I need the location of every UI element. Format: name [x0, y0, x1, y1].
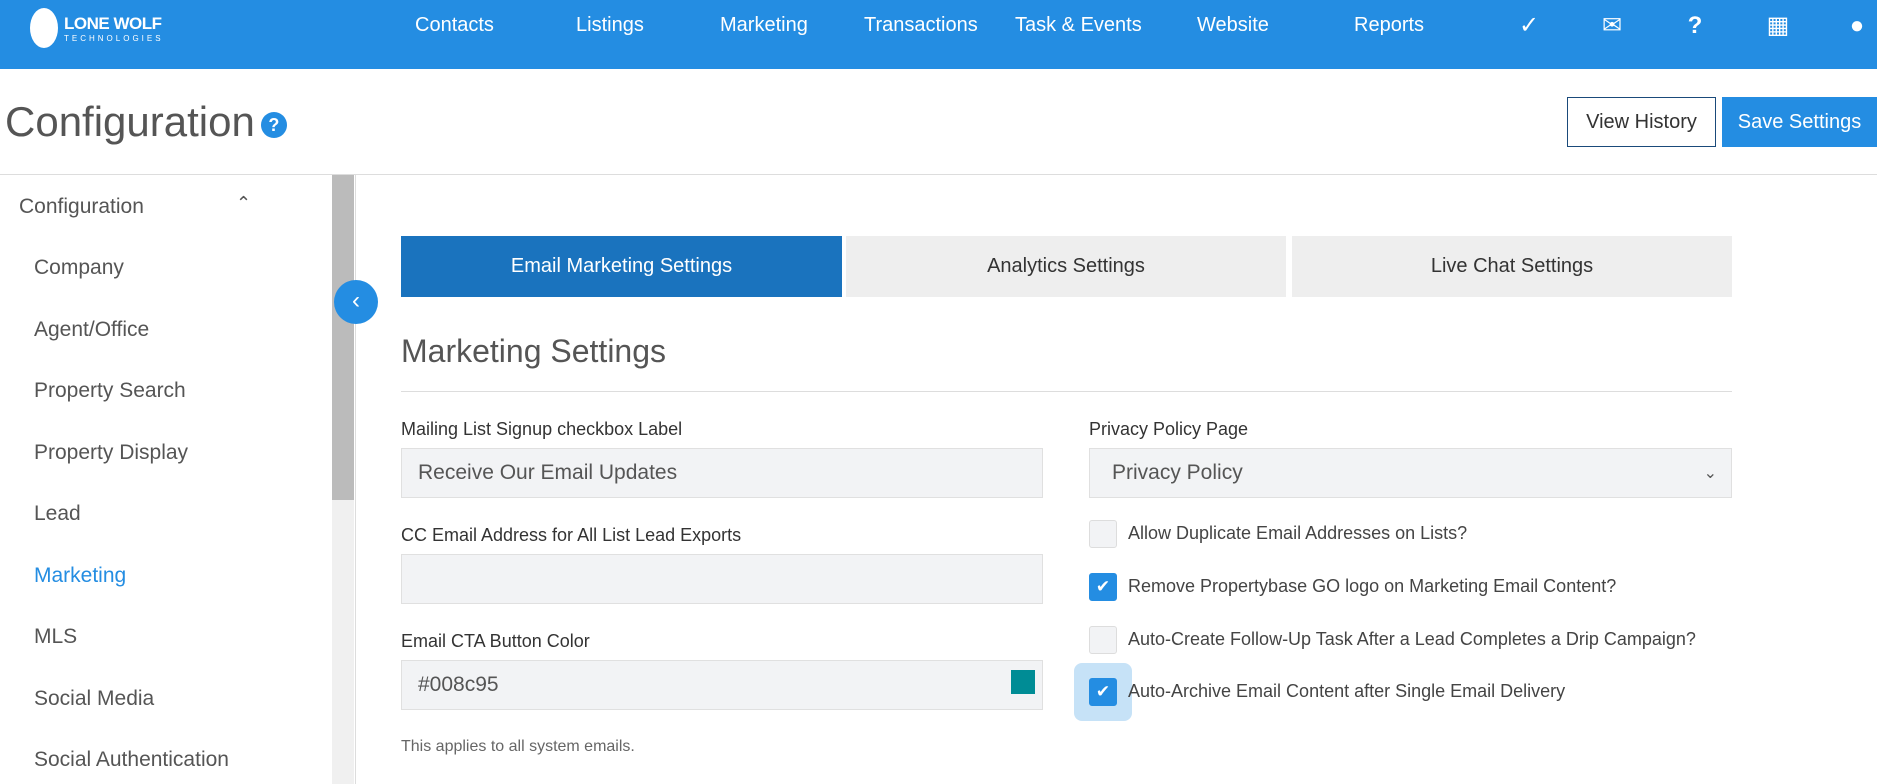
wolf-logo-icon [30, 8, 58, 48]
nav-contacts[interactable]: Contacts [415, 14, 494, 37]
remove-logo-checkbox[interactable]: ✔ [1089, 573, 1117, 601]
tab-analytics-settings[interactable]: Analytics Settings [846, 236, 1286, 297]
envelope-icon[interactable]: ✉ [1598, 12, 1626, 40]
view-history-button[interactable]: View History [1567, 97, 1716, 147]
remove-logo-label: Remove Propertybase GO logo on Marketing… [1128, 576, 1617, 596]
signup-label-input[interactable]: Receive Our Email Updates [401, 448, 1043, 498]
page-title: Configuration? [5, 98, 287, 146]
help-icon[interactable]: ? [260, 111, 287, 138]
nav-website[interactable]: Website [1197, 14, 1269, 37]
auto-create-task-checkbox[interactable] [1089, 626, 1117, 654]
sidebar-item-mls[interactable]: MLS [34, 625, 77, 649]
section-heading: Marketing Settings [401, 333, 667, 369]
sidebar-item-social-authentication[interactable]: Social Authentication [34, 748, 229, 772]
signup-label: Mailing List Signup checkbox Label [401, 419, 683, 439]
tab-email-marketing-settings[interactable]: Email Marketing Settings [401, 236, 842, 297]
cta-color-label: Email CTA Button Color [401, 631, 590, 651]
sidebar-item-property-search[interactable]: Property Search [34, 379, 186, 403]
nav-task-events[interactable]: Task & Events [1015, 14, 1142, 37]
sidebar-item-marketing[interactable]: Marketing [34, 564, 126, 588]
auto-create-task-label: Auto-Create Follow-Up Task After a Lead … [1128, 629, 1696, 649]
auto-archive-checkbox[interactable]: ✔ [1089, 678, 1117, 706]
collapse-sidebar-button[interactable]: ‹ [334, 280, 378, 324]
nav-reports[interactable]: Reports [1354, 14, 1424, 37]
help-icon[interactable]: ? [1681, 12, 1709, 40]
nav-listings[interactable]: Listings [576, 14, 644, 37]
allow-duplicate-checkbox[interactable] [1089, 520, 1117, 548]
tab-live-chat-settings[interactable]: Live Chat Settings [1292, 236, 1732, 297]
auto-archive-label: Auto-Archive Email Content after Single … [1128, 681, 1566, 701]
cc-email-label: CC Email Address for All List Lead Expor… [401, 525, 742, 545]
sidebar-item-lead[interactable]: Lead [34, 502, 81, 526]
sidebar-item-company[interactable]: Company [34, 256, 124, 280]
color-swatch[interactable] [1011, 670, 1035, 694]
sidebar-group-configuration[interactable]: Configuration [19, 195, 144, 219]
sidebar-item-agent-office[interactable]: Agent/Office [34, 318, 149, 342]
nav-marketing[interactable]: Marketing [720, 14, 808, 37]
sidebar: Configuration ⌃ Company Agent/Office Pro… [0, 175, 330, 784]
sidebar-item-social-media[interactable]: Social Media [34, 687, 154, 711]
sidebar-item-property-display[interactable]: Property Display [34, 441, 188, 465]
user-icon[interactable]: ● [1843, 12, 1871, 40]
grid-icon[interactable]: ▦ [1764, 12, 1792, 40]
cta-note: This applies to all system emails. [401, 738, 635, 755]
brand-name: LONE WOLF [64, 13, 162, 33]
logo[interactable]: LONE WOLF TECHNOLOGIES [30, 8, 164, 48]
scrollbar-thumb[interactable] [332, 175, 354, 500]
allow-duplicate-label: Allow Duplicate Email Addresses on Lists… [1128, 523, 1468, 543]
privacy-policy-value: Privacy Policy [1112, 461, 1243, 484]
brand-sub: TECHNOLOGIES [64, 33, 164, 43]
privacy-policy-select[interactable]: Privacy Policy ⌄ [1089, 448, 1732, 498]
nav-transactions[interactable]: Transactions [864, 14, 978, 37]
cta-color-input[interactable]: #008c95 [401, 660, 1043, 710]
chevron-down-icon: ⌄ [1703, 465, 1717, 482]
divider [355, 175, 356, 784]
divider [401, 391, 1732, 392]
clipboard-check-icon[interactable]: ✓ [1515, 12, 1543, 40]
page-title-text: Configuration [5, 98, 255, 145]
privacy-policy-label: Privacy Policy Page [1089, 419, 1249, 439]
top-nav: LONE WOLF TECHNOLOGIES Contacts Listings … [0, 0, 1877, 69]
save-settings-button[interactable]: Save Settings [1722, 97, 1877, 147]
cc-email-input[interactable] [401, 554, 1043, 604]
chevron-up-icon[interactable]: ⌃ [236, 193, 251, 214]
